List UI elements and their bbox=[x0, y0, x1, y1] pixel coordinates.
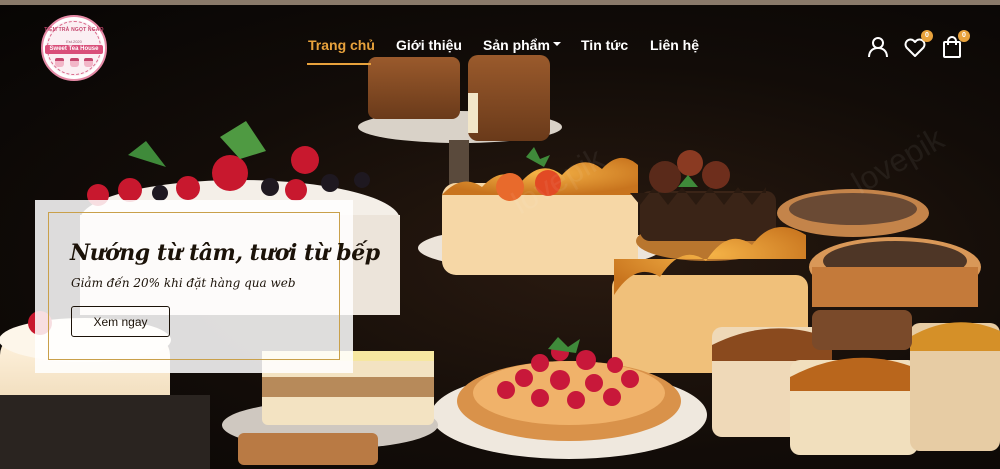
svg-text:lovepik: lovepik bbox=[846, 120, 951, 201]
caret-down-icon bbox=[552, 42, 561, 47]
nav-item-about[interactable]: Giới thiệu bbox=[396, 37, 462, 53]
wishlist-count-badge: 0 bbox=[921, 30, 933, 42]
account-button[interactable] bbox=[866, 35, 890, 59]
nav-active-underline bbox=[307, 63, 371, 65]
user-icon bbox=[868, 37, 888, 58]
cart-button[interactable]: 0 bbox=[940, 30, 970, 59]
nav-item-products[interactable]: Sản phẩm bbox=[483, 37, 561, 53]
nav-item-news[interactable]: Tin tức bbox=[581, 37, 628, 53]
logo-brand-name: Sweet Tea House bbox=[45, 45, 103, 54]
wishlist-button[interactable]: 0 bbox=[903, 30, 933, 59]
banner-title: Nướng từ tâm, tươi từ bếp bbox=[70, 240, 380, 266]
view-now-button[interactable]: Xem ngay bbox=[71, 306, 170, 337]
banner-subtitle: Giảm đến 20% khi đặt hàng qua web bbox=[71, 276, 296, 290]
logo-cakes-icon bbox=[55, 58, 93, 68]
site-header: TIỆM TRÀ NGỌT NGÀO Est.2020 Sweet Tea Ho… bbox=[0, 5, 1000, 85]
nav-item-home[interactable]: Trang chủ bbox=[308, 37, 375, 53]
cart-count-badge: 0 bbox=[958, 30, 970, 42]
nav-item-products-label: Sản phẩm bbox=[483, 37, 550, 53]
nav-item-contact[interactable]: Liên hệ bbox=[650, 37, 699, 53]
logo-established: Est.2020 bbox=[66, 39, 82, 44]
promo-banner: Nướng từ tâm, tươi từ bếp Giảm đến 20% k… bbox=[35, 200, 380, 373]
site-logo[interactable]: TIỆM TRÀ NGỌT NGÀO Est.2020 Sweet Tea Ho… bbox=[41, 15, 107, 81]
logo-arc-text: TIỆM TRÀ NGỌT NGÀO bbox=[44, 27, 104, 33]
